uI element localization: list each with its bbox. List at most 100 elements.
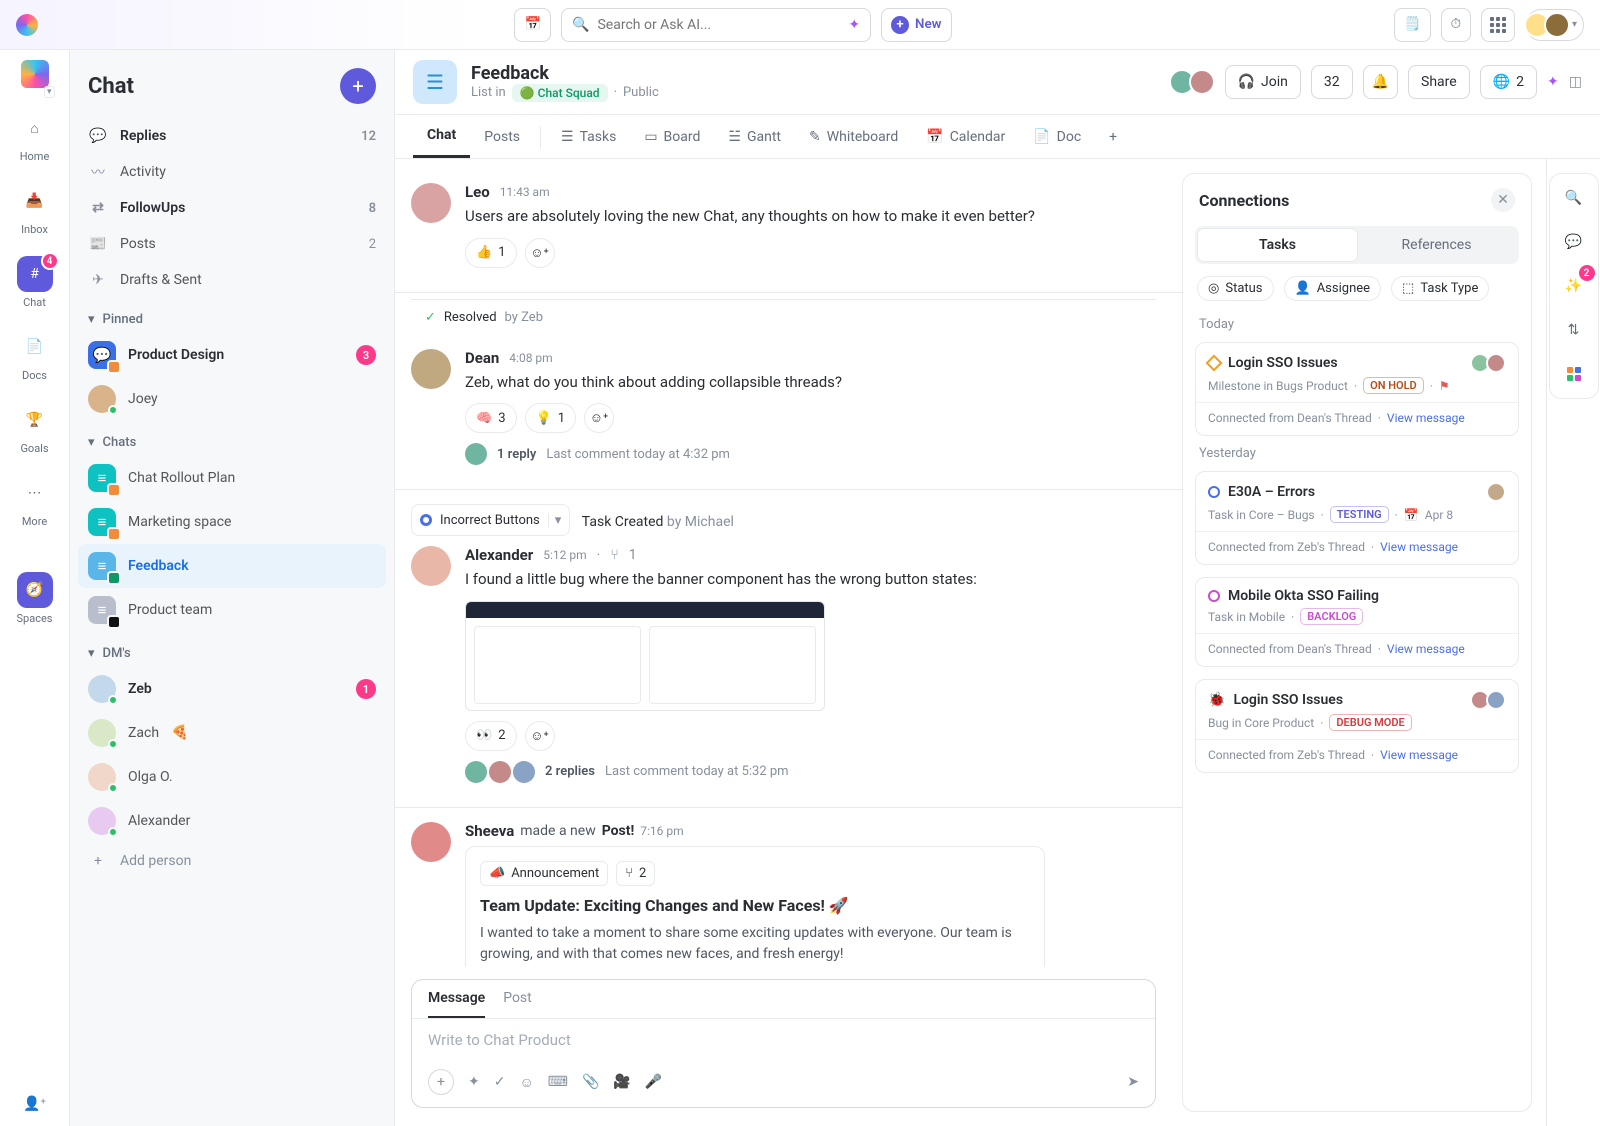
sidebar-followups[interactable]: ⇄FollowUps8 [78,190,386,226]
notepad-button[interactable]: 🗒️ [1394,8,1431,42]
composer-input[interactable] [428,1031,1139,1049]
rail-spaces[interactable]: 🧭Spaces [8,564,62,633]
apps-button[interactable] [1481,8,1515,42]
sidebar-replies[interactable]: 💬Replies12 [78,118,386,154]
close-button[interactable]: ✕ [1491,188,1515,212]
sidebar-posts[interactable]: 📰Posts2 [78,226,386,262]
chat-rollout-plan[interactable]: ≡Chat Rollout Plan [78,456,386,500]
rail-home[interactable]: ⌂Home [8,102,62,171]
search-input[interactable] [597,17,840,33]
composer-tab-message[interactable]: Message [428,990,485,1018]
announcement-tag[interactable]: 📣Announcement [480,861,608,886]
filter-assignee[interactable]: 👤Assignee [1284,276,1382,301]
view-message-link[interactable]: View message [1387,642,1465,656]
timer-button[interactable]: ⏱ [1441,8,1471,42]
tab-doc[interactable]: 📄Doc [1019,115,1095,158]
task-icon[interactable]: ✓ [494,1074,506,1090]
rr-comments[interactable]: 💬 [1556,224,1592,260]
tab-whiteboard[interactable]: ✎Whiteboard [795,115,912,158]
ai-spark-icon[interactable]: ✦ [1547,74,1559,90]
mic-icon[interactable]: 🎤 [645,1074,662,1090]
squad-chip[interactable]: 🟢 Chat Squad [512,84,608,102]
chat-marketing-space[interactable]: ≡Marketing space [78,500,386,544]
tab-gantt[interactable]: ☱Gantt [714,115,795,158]
task-chip[interactable]: Incorrect Buttons ▾ [411,504,570,536]
reaction-eyes[interactable]: 👀2 [465,721,517,751]
rr-sync[interactable]: ⇅ [1556,312,1592,348]
reaction-brain[interactable]: 🧠3 [465,403,517,433]
collab-button[interactable]: 🌐2 [1480,65,1537,99]
conn-tab-tasks[interactable]: Tasks [1198,229,1357,261]
chat-product-team[interactable]: ≡Product team [78,588,386,632]
dm-alexander[interactable]: Alexander [78,799,386,843]
conn-tab-references[interactable]: References [1357,229,1516,261]
conn-card[interactable]: 🐞Login SSO Issues Bug in Core Product·DE… [1195,679,1519,773]
new-chat-button[interactable]: + [340,68,376,104]
chat-feedback[interactable]: ≡Feedback [78,544,386,588]
composer-tab-post[interactable]: Post [503,990,532,1018]
sidebar-activity[interactable]: 〰Activity [78,154,386,190]
share-button[interactable]: Share [1408,65,1470,99]
conn-card[interactable]: Login SSO Issues Milestone in Bugs Produ… [1195,342,1519,436]
invite-button[interactable]: 👤⁺ [23,1082,46,1126]
rail-goals[interactable]: 🏆Goals [8,394,62,463]
filter-tasktype[interactable]: ⬚Task Type [1391,276,1489,301]
conn-card[interactable]: E30A – Errors Task in Core – Bugs·TESTIN… [1195,471,1519,565]
fork-tag[interactable]: ⑂2 [616,861,655,886]
add-person[interactable]: +Add person [78,843,386,879]
ai-icon[interactable]: ✦ [468,1074,480,1090]
add-reaction-button[interactable]: ☺⁺ [525,238,555,268]
thread-reply[interactable]: 1 reply Last comment today at 4:32 pm [465,443,1156,465]
sidebar-drafts[interactable]: ✈Drafts & Sent [78,262,386,298]
thread-reply[interactable]: 2 replies Last comment today at 5:32 pm [465,761,1156,783]
reaction-bulb[interactable]: 💡1 [525,403,577,433]
view-message-link[interactable]: View message [1387,411,1465,425]
attachment-preview[interactable] [465,601,825,711]
video-icon[interactable]: 🎥 [613,1074,630,1090]
rail-docs[interactable]: 📄Docs [8,321,62,390]
calendar-button[interactable]: 📅 [514,8,551,42]
add-reaction-button[interactable]: ☺⁺ [525,721,555,751]
tab-posts[interactable]: Posts [470,115,534,158]
search-input-wrap[interactable]: 🔍 ✦ [561,8,871,42]
notifications-button[interactable]: 🔔 [1363,65,1398,99]
chevron-down-icon[interactable]: ▾ [44,86,55,98]
view-message-link[interactable]: View message [1380,540,1458,554]
emoji-icon[interactable]: ☺ [519,1074,533,1091]
member-count[interactable]: 32 [1311,65,1353,99]
dm-olga[interactable]: Olga O. [78,755,386,799]
format-icon[interactable]: ⌨ [548,1074,568,1090]
new-button[interactable]: + New [881,8,951,42]
conn-card[interactable]: Mobile Okta SSO Failing Task in Mobile·B… [1195,577,1519,667]
tab-board[interactable]: ▭Board [630,115,714,158]
workspace-logo-icon[interactable] [21,60,49,88]
filter-status[interactable]: ◎Status [1197,276,1274,301]
chevron-down-icon[interactable]: ▾ [548,513,562,528]
reaction-thumbsup[interactable]: 👍1 [465,238,517,268]
rr-search[interactable]: 🔍 [1556,180,1592,216]
add-view-button[interactable]: + [1095,115,1131,158]
tab-calendar[interactable]: 📅Calendar [912,115,1019,158]
tab-chat[interactable]: Chat [413,115,470,158]
tab-tasks[interactable]: ☰Tasks [547,115,630,158]
panel-toggle-icon[interactable]: ◫ [1569,74,1582,90]
dm-zach[interactable]: Zach🍕 [78,711,386,755]
view-message-link[interactable]: View message [1380,748,1458,762]
rail-more[interactable]: ⋯More [8,467,62,536]
attach-icon[interactable]: 📎 [582,1074,599,1090]
profile-avatars[interactable]: ▾ [1525,9,1584,41]
add-reaction-button[interactable]: ☺⁺ [584,403,614,433]
section-chats[interactable]: ▾Chats [78,421,386,456]
dm-zeb[interactable]: Zeb1 [78,667,386,711]
section-dms[interactable]: ▾DM's [78,632,386,667]
join-button[interactable]: 🎧Join [1225,65,1301,99]
post-card[interactable]: 📣Announcement ⑂2 Team Update: Exciting C… [465,846,1045,968]
pinned-product-design[interactable]: 💬Product Design3 [78,333,386,377]
rr-ai[interactable]: ✨2 [1556,268,1592,304]
member-avatars[interactable] [1175,69,1215,95]
rail-chat[interactable]: #4Chat [8,248,62,317]
pinned-joey[interactable]: Joey [78,377,386,421]
plus-button[interactable]: + [428,1069,454,1095]
section-pinned[interactable]: ▾Pinned [78,298,386,333]
rail-inbox[interactable]: 📥Inbox [8,175,62,244]
